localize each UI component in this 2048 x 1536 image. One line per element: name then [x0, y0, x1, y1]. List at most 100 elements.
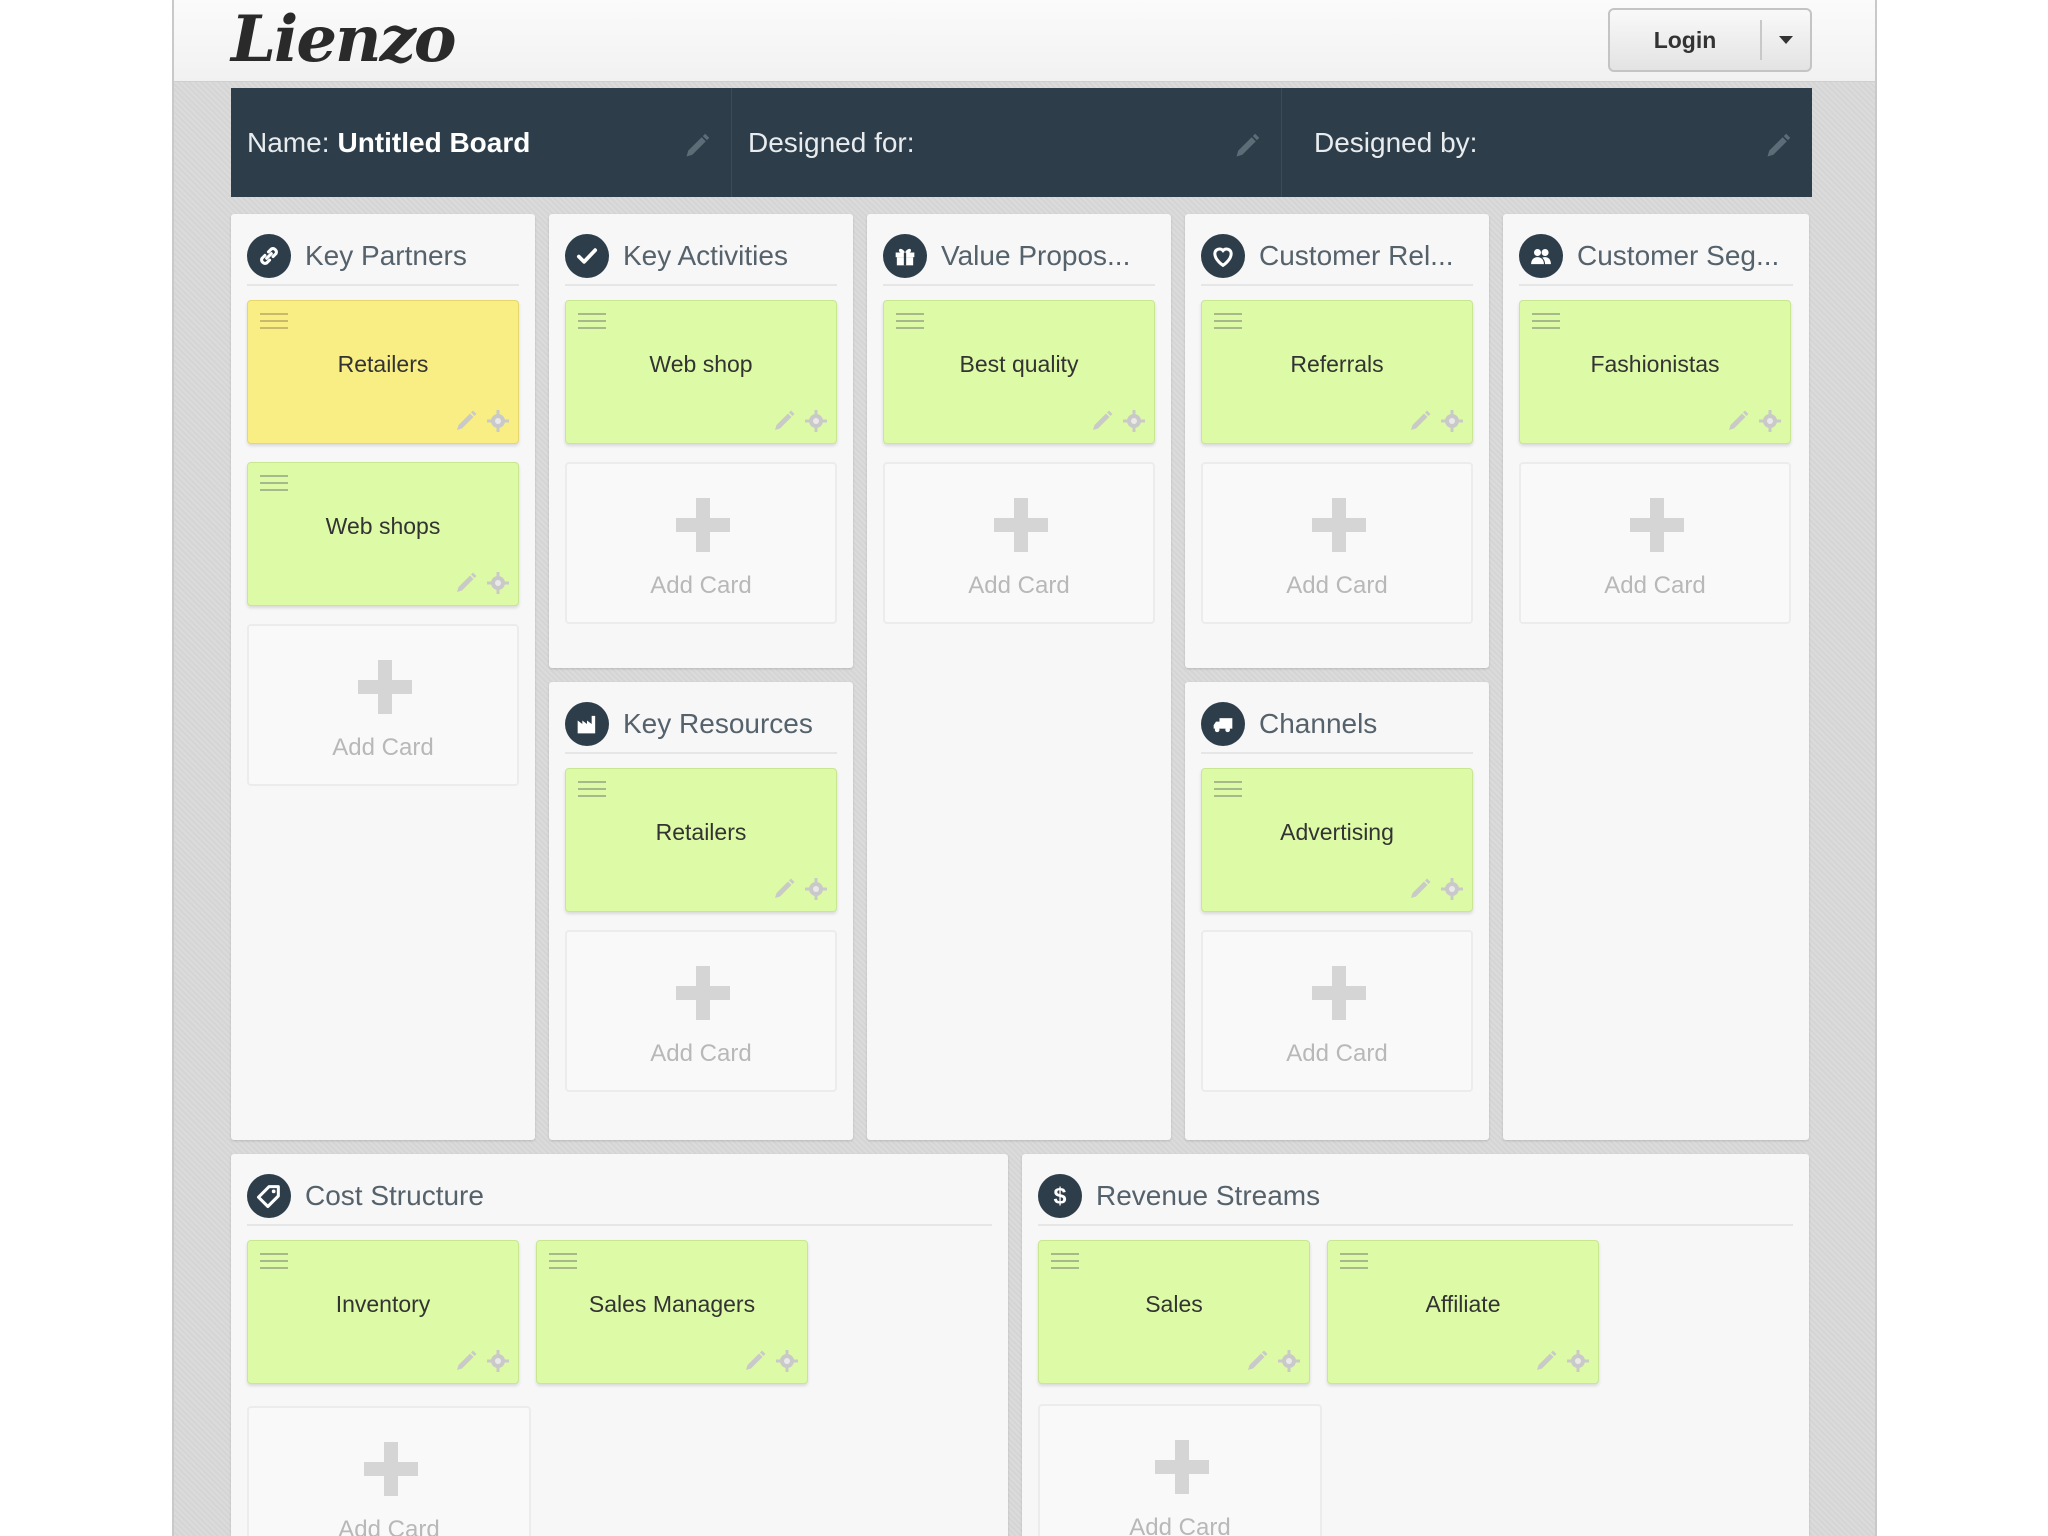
pencil-icon[interactable] — [772, 409, 796, 433]
designed-for-field[interactable]: Designed for: — [731, 88, 1281, 197]
block-header: $ Revenue Streams — [1038, 1168, 1793, 1226]
drag-handle-icon[interactable] — [549, 1253, 577, 1273]
card-text: Referrals — [1290, 351, 1384, 377]
card[interactable]: Advertising — [1201, 768, 1473, 912]
block-revenue-streams: $ Revenue Streams Sales Affiliate Add Ca… — [1022, 1154, 1809, 1536]
block-header: Cost Structure — [247, 1168, 992, 1226]
card[interactable]: Retailers — [247, 300, 519, 444]
tag-icon — [247, 1174, 291, 1218]
drag-handle-icon[interactable] — [578, 313, 606, 333]
card[interactable]: Sales — [1038, 1240, 1310, 1384]
block-cost-structure: Cost Structure Inventory Sales Managers … — [231, 1154, 1008, 1536]
plus-icon — [676, 966, 730, 1020]
add-card-button[interactable]: Add Card — [1201, 930, 1473, 1092]
gear-icon[interactable] — [486, 1349, 510, 1373]
block-key-resources: Key Resources Retailers Add Card — [549, 682, 853, 1140]
caret-down-icon[interactable] — [1762, 36, 1810, 44]
edit-pencil-icon[interactable] — [683, 132, 711, 160]
link-icon — [247, 234, 291, 278]
gear-icon[interactable] — [1277, 1349, 1301, 1373]
plus-icon — [364, 1442, 418, 1496]
pencil-icon[interactable] — [454, 1349, 478, 1373]
gear-icon[interactable] — [1122, 409, 1146, 433]
block-header: Customer Rel... — [1201, 228, 1473, 286]
gear-icon[interactable] — [486, 409, 510, 433]
add-card-button[interactable]: Add Card — [247, 1406, 531, 1536]
pencil-icon[interactable] — [1534, 1349, 1558, 1373]
block-header: Key Resources — [565, 696, 837, 754]
card[interactable]: Affiliate — [1327, 1240, 1599, 1384]
block-key-partners: Key Partners Retailers Web shops Add Car… — [231, 214, 535, 1140]
gear-icon[interactable] — [804, 409, 828, 433]
card[interactable]: Referrals — [1201, 300, 1473, 444]
block-title: Key Resources — [623, 708, 813, 739]
block-channels: Channels Advertising Add Card — [1185, 682, 1489, 1140]
board-name-field[interactable]: Name: Untitled Board — [231, 88, 731, 197]
drag-handle-icon[interactable] — [896, 313, 924, 333]
add-card-button[interactable]: Add Card — [1201, 462, 1473, 624]
edit-pencil-icon[interactable] — [1233, 132, 1261, 160]
card[interactable]: Web shops — [247, 462, 519, 606]
pencil-icon[interactable] — [454, 409, 478, 433]
add-card-button[interactable]: Add Card — [565, 462, 837, 624]
add-card-button[interactable]: Add Card — [1038, 1404, 1322, 1536]
add-card-label: Add Card — [1286, 572, 1388, 599]
plus-icon — [1630, 498, 1684, 552]
pencil-icon[interactable] — [454, 571, 478, 595]
pencil-icon[interactable] — [743, 1349, 767, 1373]
drag-handle-icon[interactable] — [1532, 313, 1560, 333]
add-card-button[interactable]: Add Card — [883, 462, 1155, 624]
gear-icon[interactable] — [1758, 409, 1782, 433]
plus-icon — [994, 498, 1048, 552]
app-window: Lienzo Login Name: Untitled Board Design… — [172, 0, 1877, 1536]
edit-pencil-icon[interactable] — [1764, 132, 1792, 160]
gear-icon[interactable] — [1566, 1349, 1590, 1373]
gear-icon[interactable] — [486, 571, 510, 595]
pencil-icon[interactable] — [1245, 1349, 1269, 1373]
block-title: Cost Structure — [305, 1180, 484, 1211]
check-icon — [565, 234, 609, 278]
card-text: Inventory — [335, 1291, 431, 1317]
drag-handle-icon[interactable] — [1214, 313, 1242, 333]
block-header: Key Partners — [247, 228, 519, 286]
app-logo[interactable]: Lienzo — [231, 2, 457, 77]
card[interactable]: Best quality — [883, 300, 1155, 444]
add-card-label: Add Card — [338, 1516, 440, 1536]
card-text: Affiliate — [1425, 1291, 1501, 1317]
pencil-icon[interactable] — [772, 877, 796, 901]
card[interactable]: Web shop — [565, 300, 837, 444]
pencil-icon[interactable] — [1408, 409, 1432, 433]
top-navbar: Lienzo Login — [174, 0, 1875, 82]
card[interactable]: Sales Managers — [536, 1240, 808, 1384]
block-value-propositions: Value Propos... Best quality Add Card — [867, 214, 1171, 1140]
drag-handle-icon[interactable] — [260, 475, 288, 495]
drag-handle-icon[interactable] — [578, 781, 606, 801]
pencil-icon[interactable] — [1090, 409, 1114, 433]
designed-by-field[interactable]: Designed by: — [1281, 88, 1812, 197]
block-header: Value Propos... — [883, 228, 1155, 286]
gear-icon[interactable] — [804, 877, 828, 901]
add-card-button[interactable]: Add Card — [247, 624, 519, 786]
gear-icon[interactable] — [775, 1349, 799, 1373]
card-text: Retailers — [655, 819, 747, 845]
drag-handle-icon[interactable] — [1051, 1253, 1079, 1273]
gear-icon[interactable] — [1440, 877, 1464, 901]
gear-icon[interactable] — [1440, 409, 1464, 433]
add-card-label: Add Card — [968, 572, 1070, 599]
pencil-icon[interactable] — [1726, 409, 1750, 433]
drag-handle-icon[interactable] — [1340, 1253, 1368, 1273]
add-card-label: Add Card — [1286, 1040, 1388, 1067]
board-name-value: Untitled Board — [337, 126, 531, 158]
card[interactable]: Retailers — [565, 768, 837, 912]
add-card-button[interactable]: Add Card — [1519, 462, 1791, 624]
block-customer-segments: Customer Seg... Fashionistas Add Card — [1503, 214, 1809, 1140]
card[interactable]: Fashionistas — [1519, 300, 1791, 444]
add-card-button[interactable]: Add Card — [565, 930, 837, 1092]
pencil-icon[interactable] — [1408, 877, 1432, 901]
login-button[interactable]: Login — [1608, 8, 1812, 72]
drag-handle-icon[interactable] — [260, 313, 288, 333]
block-title: Key Activities — [623, 240, 788, 271]
card[interactable]: Inventory — [247, 1240, 519, 1384]
drag-handle-icon[interactable] — [260, 1253, 288, 1273]
drag-handle-icon[interactable] — [1214, 781, 1242, 801]
